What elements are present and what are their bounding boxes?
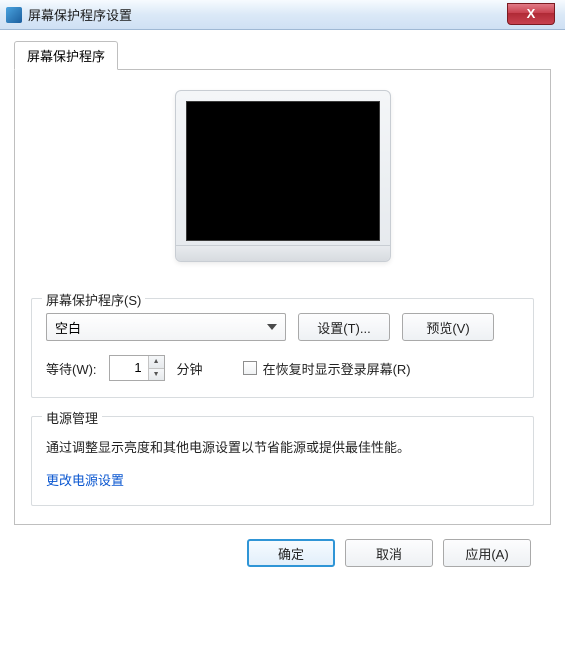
- wait-value: 1: [110, 356, 148, 380]
- monitor-screen: [186, 101, 380, 241]
- monitor-preview-wrap: [31, 82, 534, 288]
- window-icon: [6, 7, 22, 23]
- window-title: 屏幕保护程序设置: [28, 5, 132, 24]
- resume-checkbox-label: 在恢复时显示登录屏幕(R): [263, 359, 411, 378]
- power-group-label: 电源管理: [42, 408, 102, 427]
- wait-label: 等待(W):: [46, 359, 97, 378]
- ok-button[interactable]: 确定: [247, 539, 335, 567]
- cancel-button[interactable]: 取消: [345, 539, 433, 567]
- screensaver-group: 屏幕保护程序(S) 空白 设置(T)... 预览(V) 等待(W): 1 ▲: [31, 298, 534, 398]
- screensaver-select-value: 空白: [55, 318, 263, 337]
- tab-strip: 屏幕保护程序: [14, 42, 551, 70]
- power-group: 电源管理 通过调整显示亮度和其他电源设置以节省能源或提供最佳性能。 更改电源设置: [31, 416, 534, 506]
- title-bar: 屏幕保护程序设置 X: [0, 0, 565, 30]
- monitor-preview: [175, 90, 391, 262]
- apply-button[interactable]: 应用(A): [443, 539, 531, 567]
- settings-button[interactable]: 设置(T)...: [298, 313, 390, 341]
- spin-up-icon[interactable]: ▲: [149, 356, 164, 369]
- client-area: 屏幕保护程序 屏幕保护程序(S) 空白 设置(T)... 预览(V): [0, 30, 565, 589]
- wait-spinner[interactable]: 1 ▲ ▼: [109, 355, 165, 381]
- change-power-settings-link[interactable]: 更改电源设置: [46, 473, 124, 488]
- wait-unit: 分钟: [177, 359, 203, 378]
- screensaver-group-label: 屏幕保护程序(S): [42, 290, 145, 309]
- dialog-footer: 确定 取消 应用(A): [14, 525, 551, 577]
- close-button[interactable]: X: [507, 3, 555, 25]
- power-description: 通过调整显示亮度和其他电源设置以节省能源或提供最佳性能。: [46, 437, 519, 456]
- checkbox-box-icon: [243, 361, 257, 375]
- tab-screensaver[interactable]: 屏幕保护程序: [14, 41, 118, 70]
- preview-button[interactable]: 预览(V): [402, 313, 494, 341]
- chevron-down-icon: [263, 317, 281, 337]
- screensaver-select[interactable]: 空白: [46, 313, 286, 341]
- spin-down-icon[interactable]: ▼: [149, 369, 164, 381]
- resume-checkbox[interactable]: 在恢复时显示登录屏幕(R): [243, 359, 411, 378]
- tab-body: 屏幕保护程序(S) 空白 设置(T)... 预览(V) 等待(W): 1 ▲: [14, 70, 551, 525]
